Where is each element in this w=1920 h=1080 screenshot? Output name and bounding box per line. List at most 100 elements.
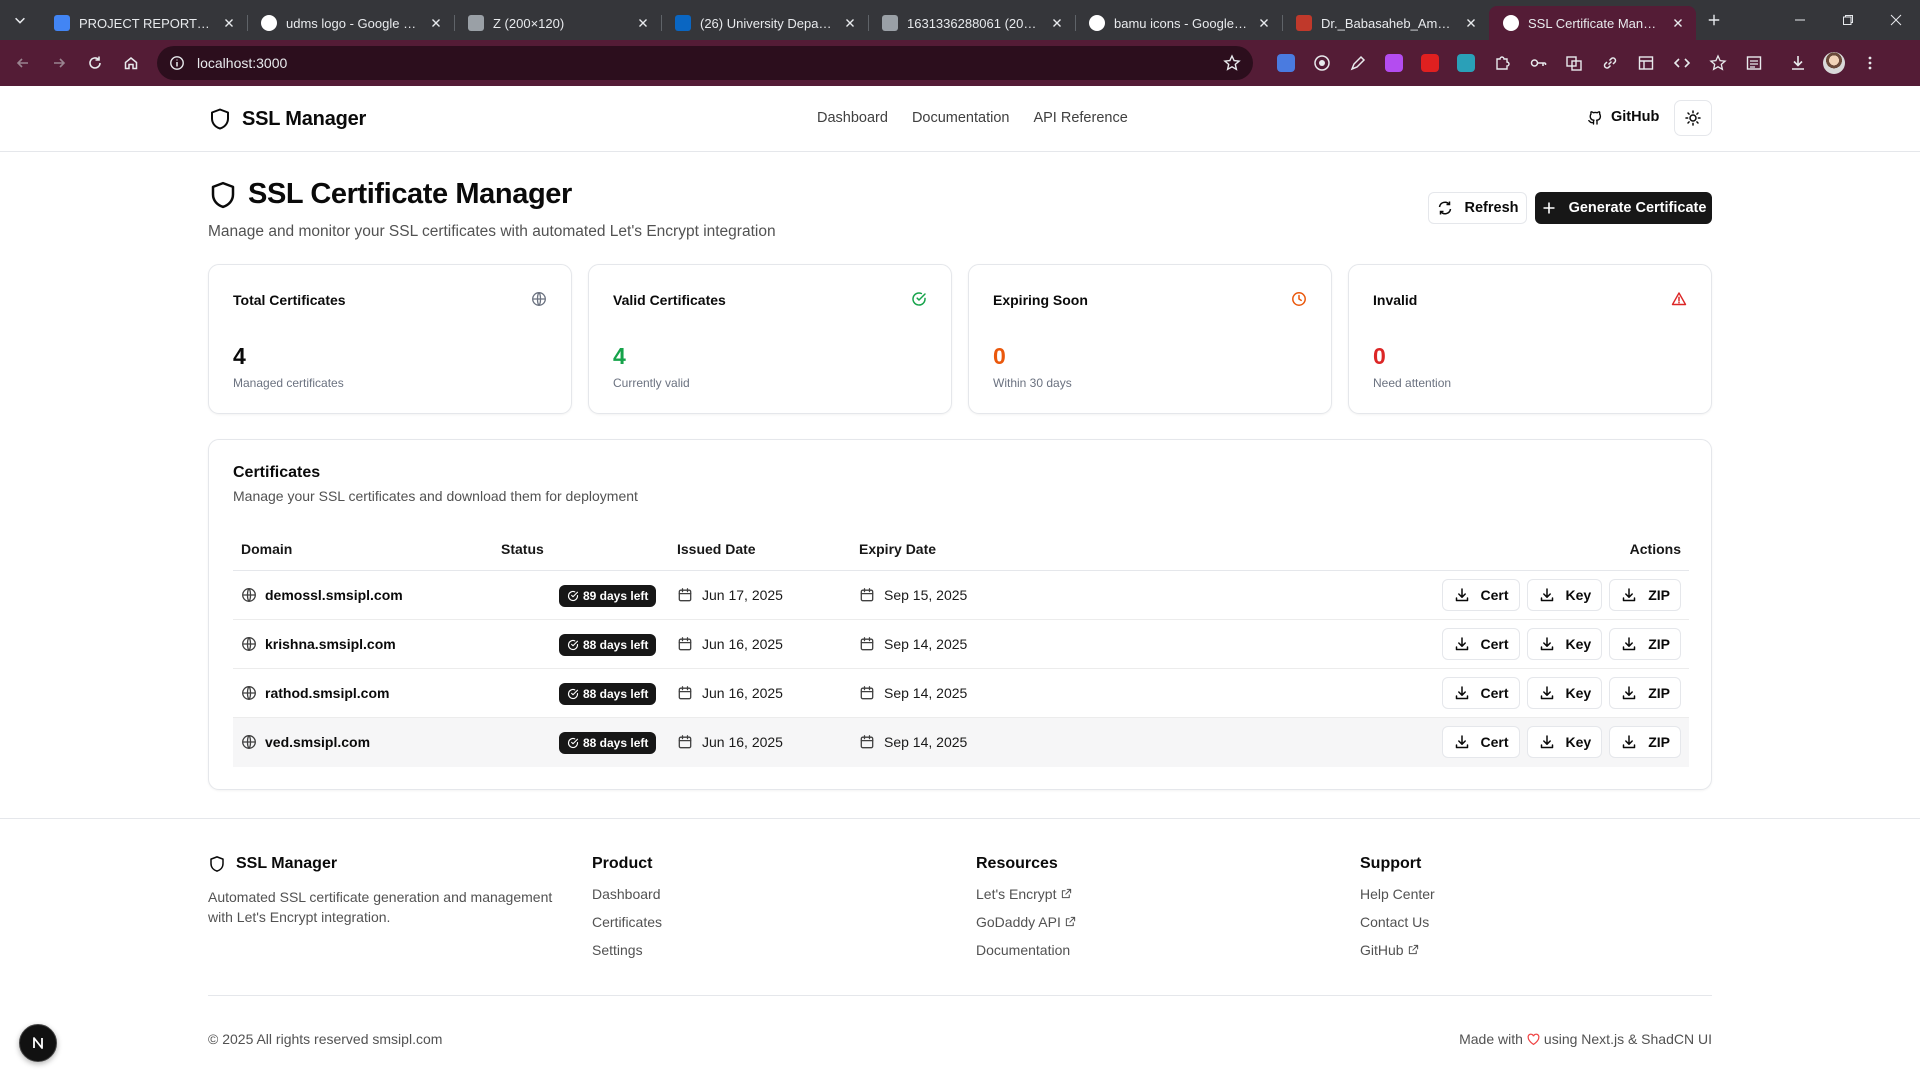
tab-close-icon[interactable] — [1670, 15, 1686, 31]
download-cert-button[interactable]: Cert — [1441, 628, 1520, 660]
download-cert-button[interactable]: Cert — [1441, 726, 1520, 758]
action-label: Key — [1565, 734, 1592, 750]
issued-date: Jun 17, 2025 — [702, 587, 783, 603]
download-key-button[interactable]: Key — [1526, 628, 1603, 660]
minimize-button[interactable] — [1776, 0, 1824, 40]
issued-date-cell: Jun 16, 2025 — [677, 636, 783, 652]
download-icon — [1455, 588, 1468, 602]
generate-certificate-button[interactable]: Generate Certificate — [1535, 192, 1712, 224]
app-icon — [1457, 54, 1475, 72]
table-row: ved.smsipl.com 88 days left Jun 16, 2025 Se… — [233, 718, 1689, 767]
download-cert-button[interactable]: Cert — [1441, 579, 1520, 611]
stat-value: 0 — [993, 343, 1006, 369]
browser-tab[interactable]: Dr._Babasaheb_Ambedkar — [1282, 6, 1489, 40]
translate-button[interactable] — [1556, 46, 1592, 80]
github-link[interactable]: GitHub — [1587, 109, 1659, 125]
tab-close-icon[interactable] — [1049, 15, 1065, 31]
browser-tab[interactable]: PROJECT REPORT FORMAT — [40, 6, 247, 40]
footer-links: Dashboard Certificates Settings — [592, 884, 662, 968]
pen-extension[interactable] — [1340, 46, 1376, 80]
footer-link[interactable]: GoDaddy API — [976, 912, 1076, 940]
copyright-text: © 2025 All rights reserved smsipl.com — [208, 1031, 443, 1047]
download-zip-button[interactable]: ZIP — [1609, 628, 1681, 660]
forward-button[interactable] — [42, 46, 76, 80]
status-badge: 88 days left — [559, 683, 657, 705]
footer-brand[interactable]: SSL Manager — [208, 855, 568, 873]
devtools-button[interactable] — [1664, 46, 1700, 80]
address-bar[interactable]: localhost:3000 — [157, 46, 1253, 80]
browser-tab[interactable]: Z (200×120) — [454, 6, 661, 40]
table-button[interactable] — [1628, 46, 1664, 80]
action-label: Cert — [1480, 734, 1509, 750]
download-key-button[interactable]: Key — [1526, 579, 1603, 611]
tab-close-icon[interactable] — [1463, 15, 1479, 31]
more-vertical-icon — [1868, 56, 1872, 70]
tab-close-icon[interactable] — [1256, 15, 1272, 31]
browser-tab[interactable]: udms logo - Google Search — [247, 6, 454, 40]
footer-link[interactable]: Let's Encrypt — [976, 884, 1076, 912]
made-with-suffix: using Next.js & ShadCN UI — [1543, 1031, 1712, 1047]
download-icon — [1622, 637, 1636, 651]
new-tab-button[interactable] — [1696, 3, 1732, 37]
footer-link[interactable]: GitHub — [1360, 940, 1435, 968]
link-button[interactable] — [1592, 46, 1628, 80]
footer-link-label: Certificates — [592, 914, 663, 930]
tab-close-icon[interactable] — [635, 15, 651, 31]
footer-link[interactable]: Dashboard — [592, 884, 662, 912]
nav-api-reference[interactable]: API Reference — [1033, 110, 1127, 126]
tab-title: bamu icons - Google Search — [1114, 15, 1248, 31]
bookmark-star-icon[interactable] — [1223, 54, 1241, 72]
reload-button[interactable] — [78, 46, 112, 80]
downloads-button[interactable] — [1780, 46, 1816, 80]
tab-close-icon[interactable] — [842, 15, 858, 31]
footer-link[interactable]: Certificates — [592, 912, 662, 940]
translate-extension[interactable] — [1268, 46, 1304, 80]
purple-extension[interactable] — [1376, 46, 1412, 80]
tab-close-icon[interactable] — [221, 15, 237, 31]
browser-tabbar: PROJECT REPORT FORMAT udms logo - Google … — [0, 0, 1920, 40]
brand-logo[interactable]: SSL Manager — [208, 107, 366, 131]
certificates-table: Domain Status Issued Date Expiry Date Ac… — [233, 529, 1689, 767]
back-button[interactable] — [6, 46, 40, 80]
tab-title: (26) University Department — [700, 15, 834, 31]
footer-link[interactable]: Documentation — [976, 940, 1076, 968]
restore-button[interactable] — [1824, 0, 1872, 40]
camera-extension[interactable] — [1304, 46, 1340, 80]
download-key-button[interactable]: Key — [1526, 726, 1603, 758]
teal-extension[interactable] — [1448, 46, 1484, 80]
download-cert-button[interactable]: Cert — [1441, 677, 1520, 709]
theme-toggle-button[interactable] — [1674, 100, 1712, 136]
download-zip-button[interactable]: ZIP — [1609, 726, 1681, 758]
domain-name: krishna.smsipl.com — [265, 636, 396, 652]
browser-tab[interactable]: SSL Certificate Manager — [1489, 6, 1696, 40]
refresh-button[interactable]: Refresh — [1428, 192, 1527, 224]
site-info-icon[interactable] — [169, 55, 185, 71]
tab-search-button[interactable] — [0, 0, 40, 40]
download-zip-button[interactable]: ZIP — [1609, 677, 1681, 709]
nextjs-dev-indicator[interactable] — [19, 1024, 57, 1062]
close-window-button[interactable] — [1872, 0, 1920, 40]
profile-button[interactable] — [1816, 46, 1852, 80]
browser-tab[interactable]: bamu icons - Google Search — [1075, 6, 1282, 40]
footer-link[interactable]: Contact Us — [1360, 912, 1435, 940]
download-zip-button[interactable]: ZIP — [1609, 579, 1681, 611]
pdf-extension[interactable] — [1412, 46, 1448, 80]
nav-dashboard[interactable]: Dashboard — [817, 110, 888, 126]
nav-documentation[interactable]: Documentation — [912, 110, 1010, 126]
browser-tab[interactable]: 1631336288061 (200×200) — [868, 6, 1075, 40]
puzzle-extension[interactable] — [1484, 46, 1520, 80]
action-label: ZIP — [1648, 685, 1670, 701]
password-extension[interactable] — [1520, 46, 1556, 80]
favorites-button[interactable] — [1700, 46, 1736, 80]
home-button[interactable] — [114, 46, 148, 80]
footer-link[interactable]: Settings — [592, 940, 662, 968]
footer-link[interactable]: Help Center — [1360, 884, 1435, 912]
download-key-button[interactable]: Key — [1526, 677, 1603, 709]
footer-link-label: Dashboard — [592, 886, 661, 902]
favicon-icon — [882, 15, 898, 31]
browser-menu-button[interactable] — [1852, 46, 1888, 80]
browser-tab[interactable]: (26) University Department — [661, 6, 868, 40]
tab-close-icon[interactable] — [428, 15, 444, 31]
download-icon — [1455, 735, 1468, 749]
reading-list-button[interactable] — [1736, 46, 1772, 80]
